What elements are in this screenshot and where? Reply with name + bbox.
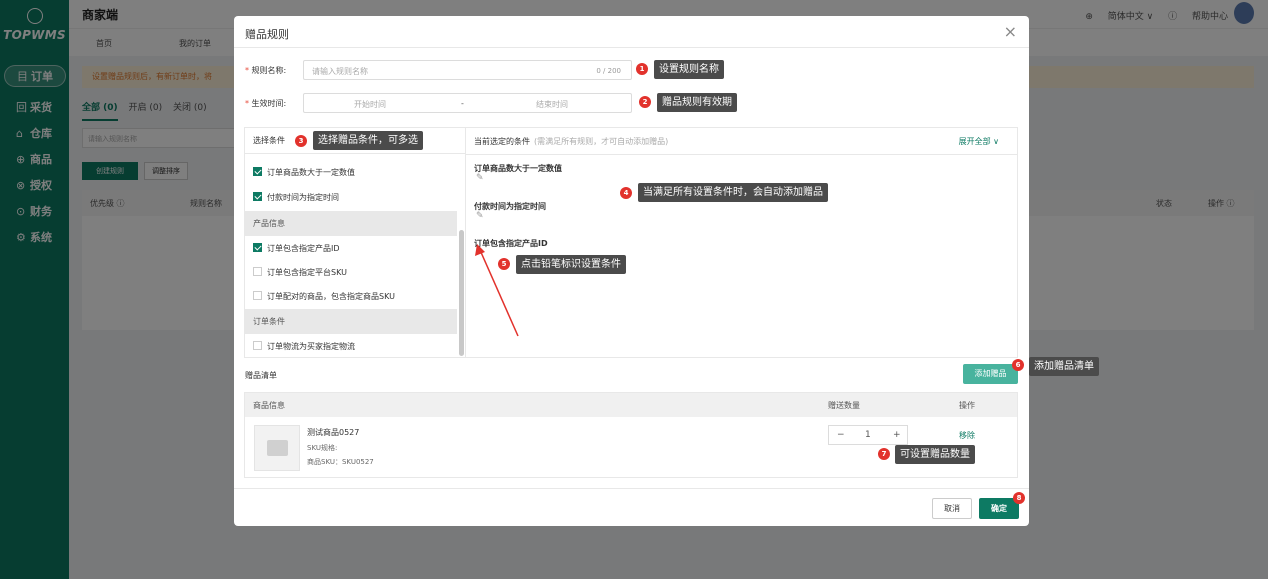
condition-label: 订单商品数大于一定数值 [267, 168, 355, 177]
checkbox-unchecked[interactable] [253, 291, 262, 300]
increment-button[interactable]: + [893, 430, 901, 440]
condition-label: 订单配对的商品，包含指定商品SKU [267, 292, 395, 301]
conditions-panel: 选择条件 订单商品数大于一定数值 付款时间为指定时间 产品信息 订单包含指定产品… [244, 127, 1018, 358]
gift-list-title: 赠品清单 [245, 371, 277, 380]
product-name: 测试商品0527 [307, 428, 360, 437]
checkbox-unchecked[interactable] [253, 267, 262, 276]
annotation-tip-6: 添加赠品清单 [1029, 357, 1099, 376]
pencil-icon[interactable]: ✎ [476, 211, 484, 221]
condition-label: 订单物流为买家指定物流 [267, 342, 355, 351]
annotation-tip-3: 选择赠品条件，可多选 [313, 131, 423, 150]
condition-option[interactable]: 订单物流为买家指定物流 [245, 334, 457, 359]
annotation-tip-7: 可设置赠品数量 [895, 445, 975, 464]
condition-option[interactable]: 付款时间为指定时间 [245, 185, 457, 210]
column-product-info: 商品信息 [253, 401, 285, 410]
decrement-button[interactable]: − [837, 430, 845, 440]
rule-name-placeholder: 请输入规则名称 [312, 67, 368, 76]
divider [466, 154, 1018, 155]
quantity-stepper: − 1 + [828, 425, 908, 445]
scrollbar[interactable] [459, 230, 464, 356]
annotation-badge-2: 2 [639, 96, 651, 108]
remove-link[interactable]: 移除 [959, 430, 975, 441]
annotation-tip-5: 点击铅笔标识设置条件 [516, 255, 626, 274]
product-sku: 商品SKU：SKU0527 [307, 458, 374, 466]
checkbox-unchecked[interactable] [253, 341, 262, 350]
close-icon[interactable]: × [1004, 22, 1017, 41]
annotation-tip-4: 当满足所有设置条件时，会自动添加赠品 [638, 183, 828, 202]
product-image [254, 425, 300, 471]
checkbox-checked[interactable] [253, 167, 262, 176]
divider [234, 488, 1029, 489]
annotation-badge-8: 8 [1013, 492, 1025, 504]
annotation-badge-4: 4 [620, 187, 632, 199]
annotation-tip-1: 设置规则名称 [654, 60, 724, 79]
annotation-badge-7: 7 [878, 448, 890, 460]
divider [234, 47, 1029, 48]
checkbox-checked[interactable] [253, 192, 262, 201]
annotation-badge-3: 3 [295, 135, 307, 147]
cancel-button[interactable]: 取消 [932, 498, 972, 519]
selected-condition: 订单商品数大于一定数值 [474, 164, 562, 173]
add-gift-button[interactable]: 添加赠品 [963, 364, 1018, 384]
selected-condition: 付款时间为指定时间 [474, 202, 546, 211]
image-placeholder-icon [267, 440, 288, 456]
gift-table-header: 商品信息 赠送数量 操作 [245, 393, 1017, 417]
gift-table: 商品信息 赠送数量 操作 测试商品0527 SKU规格: 商品SKU：SKU05… [244, 392, 1018, 478]
condition-option[interactable]: 订单包含指定平台SKU [245, 260, 457, 285]
column-quantity: 赠送数量 [828, 401, 860, 410]
sku-spec: SKU规格: [307, 444, 338, 452]
column-actions: 操作 [959, 401, 975, 410]
annotation-tip-2: 赠品规则有效期 [657, 93, 737, 112]
range-separator: - [461, 99, 464, 108]
rule-name-input[interactable]: 请输入规则名称 0 / 200 [303, 60, 632, 80]
condition-option[interactable]: 订单配对的商品，包含指定商品SKU [245, 284, 457, 309]
expand-all-link[interactable]: 展开全部 ∨ [959, 136, 999, 147]
gift-rule-modal: 赠品规则 × * 规则名称: 请输入规则名称 0 / 200 1 设置规则名称 … [234, 16, 1099, 526]
condition-group-header: 订单条件 [245, 309, 457, 334]
current-condition-heading: 当前选定的条件 (需满足所有规则，才可自动添加赠品) [474, 137, 669, 146]
condition-option[interactable]: 订单商品数大于一定数值 [245, 160, 457, 185]
date-range-picker[interactable]: 开始时间 - 结束时间 [303, 93, 632, 113]
condition-label: 订单包含指定平台SKU [267, 268, 347, 277]
start-date-placeholder: 开始时间 [354, 100, 386, 109]
annotation-badge-6: 6 [1012, 359, 1024, 371]
condition-label: 付款时间为指定时间 [267, 193, 339, 202]
annotation-arrow [475, 244, 519, 337]
condition-group-header: 产品信息 [245, 211, 457, 236]
condition-label: 订单包含指定产品ID [267, 244, 340, 253]
effective-time-label: * 生效时间: [245, 99, 287, 108]
rule-name-label: * 规则名称: [245, 66, 287, 75]
end-date-placeholder: 结束时间 [536, 100, 568, 109]
quantity-value[interactable]: 1 [865, 430, 871, 440]
condition-option[interactable]: 订单包含指定产品ID [245, 236, 457, 261]
condition-selector: 选择条件 订单商品数大于一定数值 付款时间为指定时间 产品信息 订单包含指定产品… [245, 128, 466, 357]
pencil-icon[interactable]: ✎ [476, 173, 484, 183]
char-counter: 0 / 200 [596, 67, 621, 75]
modal-title: 赠品规则 [245, 28, 289, 41]
checkbox-checked[interactable] [253, 243, 262, 252]
annotation-badge-1: 1 [636, 63, 648, 75]
current-condition-hint: (需满足所有规则，才可自动添加赠品) [534, 137, 669, 146]
